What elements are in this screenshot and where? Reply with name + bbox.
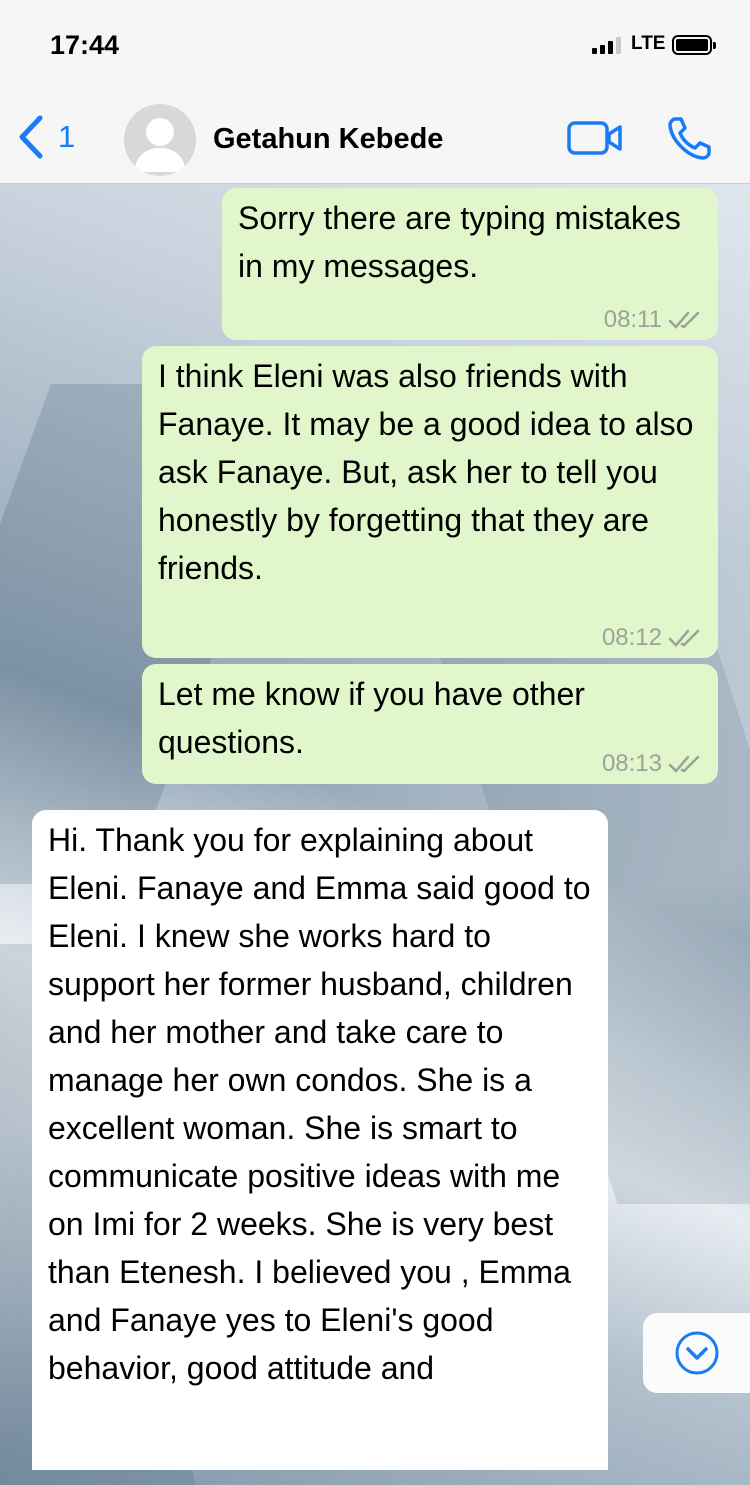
read-receipt-icon [668,755,700,773]
phone-icon [668,117,711,160]
message-meta: 08:13 [602,750,704,778]
chevron-down-circle-icon [675,1331,718,1375]
scroll-to-bottom-button[interactable] [643,1313,750,1393]
unread-count: 1 [58,119,76,154]
contact-name[interactable]: Getahun Kebede [213,123,443,156]
avatar[interactable] [124,104,196,176]
message-bubble-incoming[interactable]: Hi. Thank you for explaining about Eleni… [32,810,608,1470]
status-time: 17:44 [50,30,120,60]
back-button[interactable]: 1 [14,112,94,162]
message-meta: 08:12 [602,624,704,652]
read-receipt-icon [668,629,700,647]
message-text: Sorry there are typing mistakes in my me… [238,200,681,284]
person-icon [134,118,186,172]
message-bubble-outgoing[interactable]: Sorry there are typing mistakes in my me… [222,188,718,340]
message-bubble-outgoing[interactable]: I think Eleni was also friends with Fana… [142,346,718,658]
battery-icon [672,35,716,55]
read-receipt-icon [668,311,700,329]
message-text: Hi. Thank you for explaining about Eleni… [48,822,591,1386]
message-time: 08:12 [601,624,662,651]
status-bar: 17:44 LTE [0,0,750,90]
chat-header: 1 Getahun Kebede [0,90,750,184]
voice-call-button[interactable] [666,114,714,162]
message-time: 08:13 [601,750,662,777]
video-call-button[interactable] [566,118,624,158]
message-text: I think Eleni was also friends with Fana… [158,358,694,586]
network-type: LTE [631,33,666,54]
message-meta: 08:11 [604,306,704,334]
cellular-signal-icon [592,36,621,54]
chevron-left-icon [19,115,43,159]
message-time: 08:11 [603,306,662,333]
message-bubble-outgoing[interactable]: Let me know if you have other questions.… [142,664,718,784]
video-call-icon [567,121,622,155]
